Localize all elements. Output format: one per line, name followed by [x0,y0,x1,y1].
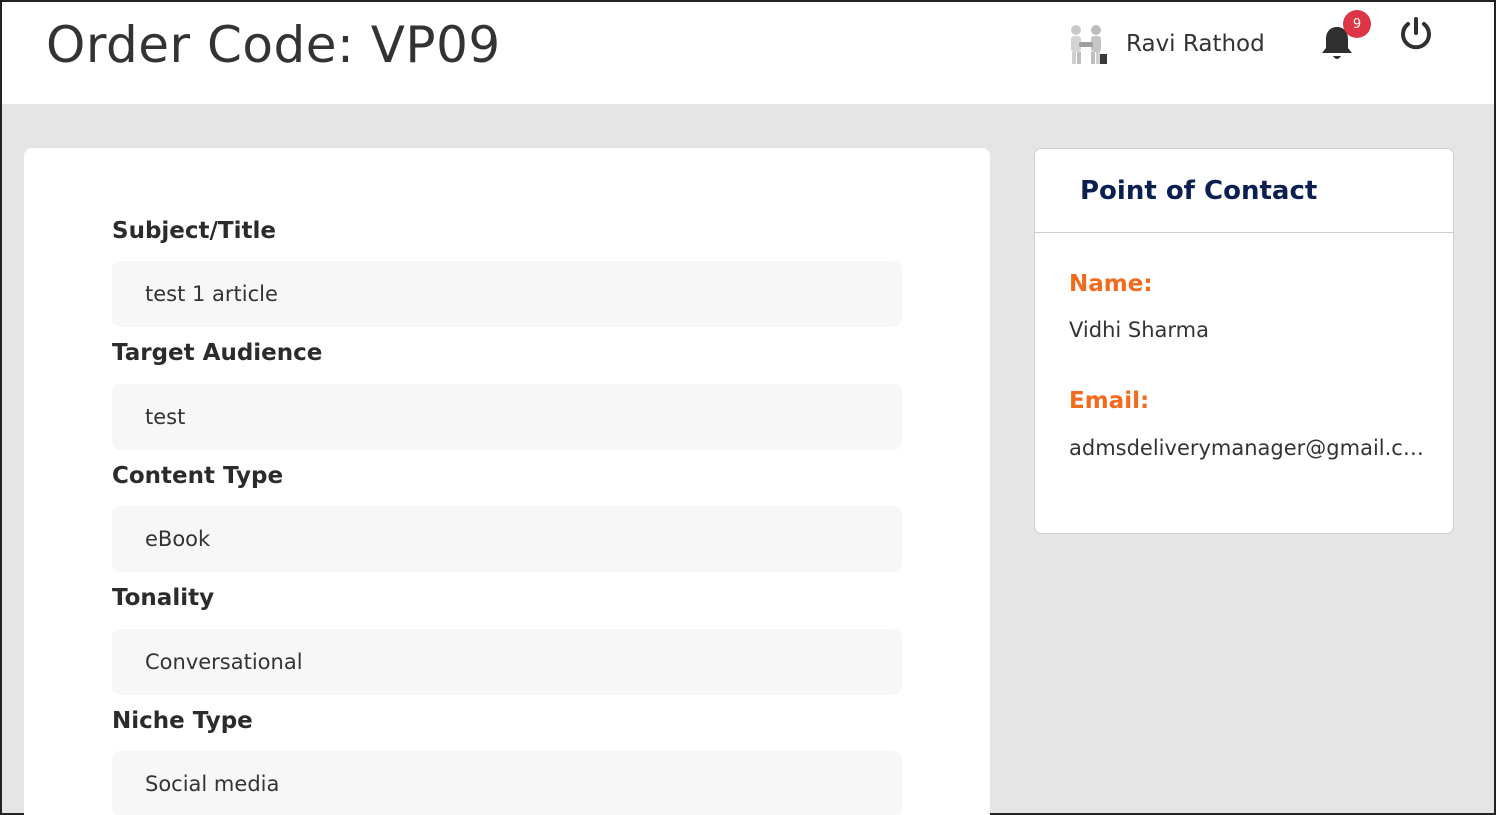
subject-title-label: Subject/Title [112,218,276,244]
poc-title: Point of Contact [1080,175,1318,206]
user-profile[interactable]: Ravi Rathod [1064,22,1265,66]
top-header: Order Code: VP09 Ravi Rathod 9 [2,2,1494,104]
notification-badge: 9 [1343,10,1371,38]
contact-email-value[interactable]: admsdeliverymanager@gmail.com [1069,436,1429,460]
user-name: Ravi Rathod [1126,31,1265,57]
target-audience-label: Target Audience [112,340,323,366]
target-audience-field[interactable]: test [112,384,902,450]
page-title: Order Code: VP09 [46,16,501,74]
contact-email-label: Email: [1069,388,1150,414]
tonality-field[interactable]: Conversational [112,629,902,695]
niche-type-field[interactable]: Social media [112,751,902,815]
point-of-contact-card: Point of Contact Name: Vidhi Sharma Emai… [1034,148,1454,534]
power-icon[interactable] [1398,16,1434,52]
content-type-label: Content Type [112,463,284,489]
order-details-card: Subject/Title test 1 article Target Audi… [24,148,990,815]
niche-type-label: Niche Type [112,708,253,734]
content-type-field[interactable]: eBook [112,506,902,572]
subject-title-field[interactable]: test 1 article [112,261,902,327]
poc-header: Point of Contact [1035,149,1453,233]
contact-name-label: Name: [1069,271,1153,297]
contact-name-value: Vidhi Sharma [1069,318,1209,342]
handshake-avatar-icon [1071,25,1107,64]
tonality-label: Tonality [112,585,215,611]
